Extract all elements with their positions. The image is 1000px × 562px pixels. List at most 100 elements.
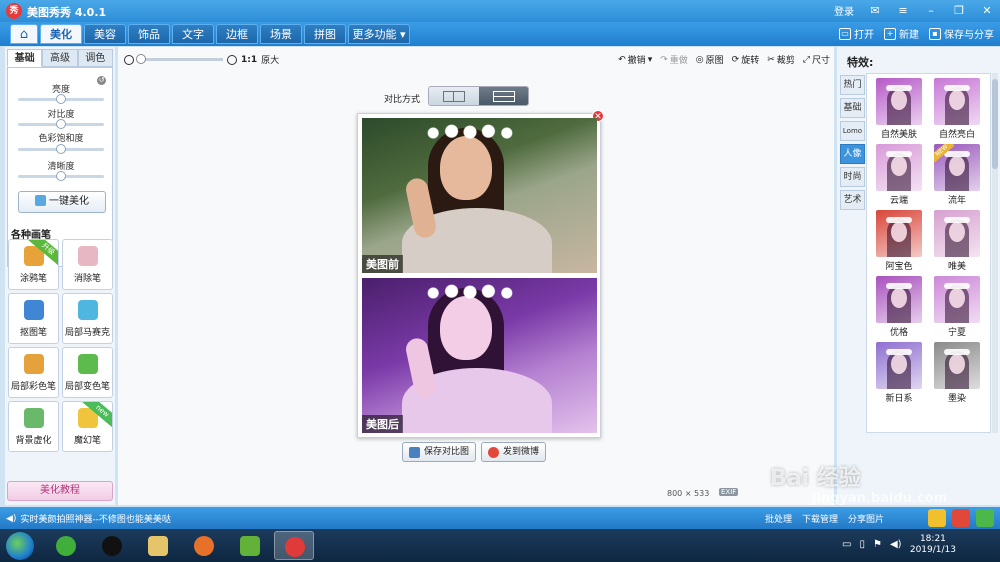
taskbar-app[interactable] [92,531,132,560]
save-compare-button[interactable]: 保存对比图 [402,442,477,462]
category-portrait[interactable]: 人像 [840,144,865,164]
volume-icon[interactable]: ◀) [890,539,902,550]
tab-more[interactable]: 更多功能 ▾ [348,24,410,44]
original-button[interactable]: ◎ 原图 [696,53,724,67]
side-by-side-button[interactable] [429,87,479,105]
exif-button[interactable]: EXIF [719,488,739,496]
tab-scene[interactable]: 场景 [260,24,302,44]
brush-eraser[interactable]: 消除笔 [62,239,113,290]
brush-local-recolor[interactable]: 局部变色笔 [62,347,113,398]
effect-label: 阿宝色 [885,262,913,272]
resize-button[interactable]: ⤢ 尺寸 [803,53,830,67]
brush-cutout[interactable]: 抠图笔 [8,293,59,344]
send-weibo-button[interactable]: 发到微博 [481,442,547,462]
firefox-icon [194,536,214,556]
brush-background-blur[interactable]: 背景虚化 [8,401,59,452]
undo-button[interactable]: ↶ 撤销 ▾ [618,53,652,67]
menu-icon[interactable]: ≡ [896,4,910,18]
effect-item[interactable]: 云端 [873,142,925,206]
open-button[interactable]: ▭ 打开 [839,26,874,41]
close-button[interactable]: ✕ [980,4,994,18]
slider-knob[interactable] [56,119,66,129]
redo-button[interactable]: ↷ 重做 [660,53,688,67]
minimize-button[interactable]: – [924,4,938,18]
share-image-button[interactable]: 分享图片 [848,512,884,525]
zoom-slider[interactable] [136,54,223,64]
effect-item[interactable]: 墨染 [931,340,983,404]
maximize-button[interactable]: ❐ [952,4,966,18]
taskbar-app[interactable] [230,531,270,560]
brush-local-color[interactable]: 局部彩色笔 [8,347,59,398]
subtab-basic[interactable]: 基础 [7,49,43,67]
weibo-icon[interactable] [952,509,970,527]
category-hot[interactable]: 热门 [840,75,865,95]
zoom-knob[interactable] [136,54,146,64]
sharpness-slider[interactable] [18,171,104,181]
brush-label: 背景虚化 [15,436,52,446]
new-button[interactable]: + 新建 [884,26,919,41]
star-icon[interactable] [928,509,946,527]
zoom-ratio[interactable]: 1:1 [241,55,257,65]
keyboard-icon[interactable]: ▭ [842,539,851,550]
login-link[interactable]: 登录 [834,3,854,18]
effect-item[interactable]: 阿宝色 [873,208,925,272]
category-basic[interactable]: 基础 [840,98,865,118]
tutorial-button[interactable]: 美化教程 [7,481,113,501]
one-key-beautify-button[interactable]: 一键美化 [18,191,106,213]
effect-item[interactable]: 自然美肤 [873,76,925,140]
taskbar-app[interactable] [46,531,86,560]
batch-button[interactable]: 批处理 [765,512,792,525]
status-message[interactable]: 实时美颜拍照神器--不修图也能美美哒 [20,512,171,525]
brush-mosaic[interactable]: 局部马赛克 [62,293,113,344]
scroll-thumb[interactable] [992,79,998,169]
slider-knob[interactable] [56,171,66,181]
tab-accessories[interactable]: 饰品 [128,24,170,44]
taskbar-app[interactable] [138,531,178,560]
add-icon[interactable] [976,509,994,527]
download-manager-button[interactable]: 下载管理 [802,512,838,525]
top-bottom-button[interactable] [478,87,528,105]
tab-makeup[interactable]: 美容 [84,24,126,44]
face [949,354,965,374]
effect-item[interactable]: 宁夏 [931,274,983,338]
taskbar-app-meitu[interactable] [274,531,314,560]
message-icon[interactable]: ✉ [868,4,882,18]
subtab-advanced[interactable]: 高级 [42,49,78,67]
contrast-slider[interactable] [18,119,104,129]
tab-border[interactable]: 边框 [216,24,258,44]
effect-item[interactable]: NEW 流年 [931,142,983,206]
brush-label: 涂鸦笔 [19,274,47,284]
slider-knob[interactable] [56,94,66,104]
slider-knob[interactable] [56,144,66,154]
tab-home[interactable]: ⌂ [10,24,38,44]
crop-button[interactable]: ✂ 裁剪 [767,53,795,67]
tab-collage[interactable]: 拼图 [304,24,346,44]
zoom-label[interactable]: 原大 [261,53,279,66]
category-art[interactable]: 艺术 [840,190,865,210]
flag-icon[interactable]: ⚑ [873,539,882,550]
network-icon[interactable]: ▯ [859,539,865,550]
clock[interactable]: 18:21 2019/1/13 [910,534,956,556]
brightness-slider[interactable] [18,94,104,104]
rotate-button[interactable]: ⟳ 旋转 [732,53,760,67]
effect-item[interactable]: 优格 [873,274,925,338]
saturation-slider[interactable] [18,144,104,154]
effect-item[interactable]: 新日系 [873,340,925,404]
category-lomo[interactable]: Lomo [840,121,865,141]
brush-label: 局部彩色笔 [10,382,56,392]
zoom-in-icon[interactable] [227,54,237,65]
taskbar-app[interactable] [184,531,224,560]
tab-beautify[interactable]: 美化 [40,24,82,44]
flower-wreath [944,217,970,223]
zoom-out-icon[interactable] [124,54,134,65]
effect-item[interactable]: 自然亮白 [931,76,983,140]
effects-scrollbar[interactable] [992,73,998,433]
brush-doodle[interactable]: 升级 涂鸦笔 [8,239,59,290]
save-share-button[interactable]: ▪ 保存与分享 [929,26,994,41]
brush-magic[interactable]: new 魔幻笔 [62,401,113,452]
start-button[interactable] [6,532,34,560]
tab-text[interactable]: 文字 [172,24,214,44]
category-fashion[interactable]: 时尚 [840,167,865,187]
effect-item[interactable]: 唯美 [931,208,983,272]
subtab-color[interactable]: 调色 [77,49,113,67]
